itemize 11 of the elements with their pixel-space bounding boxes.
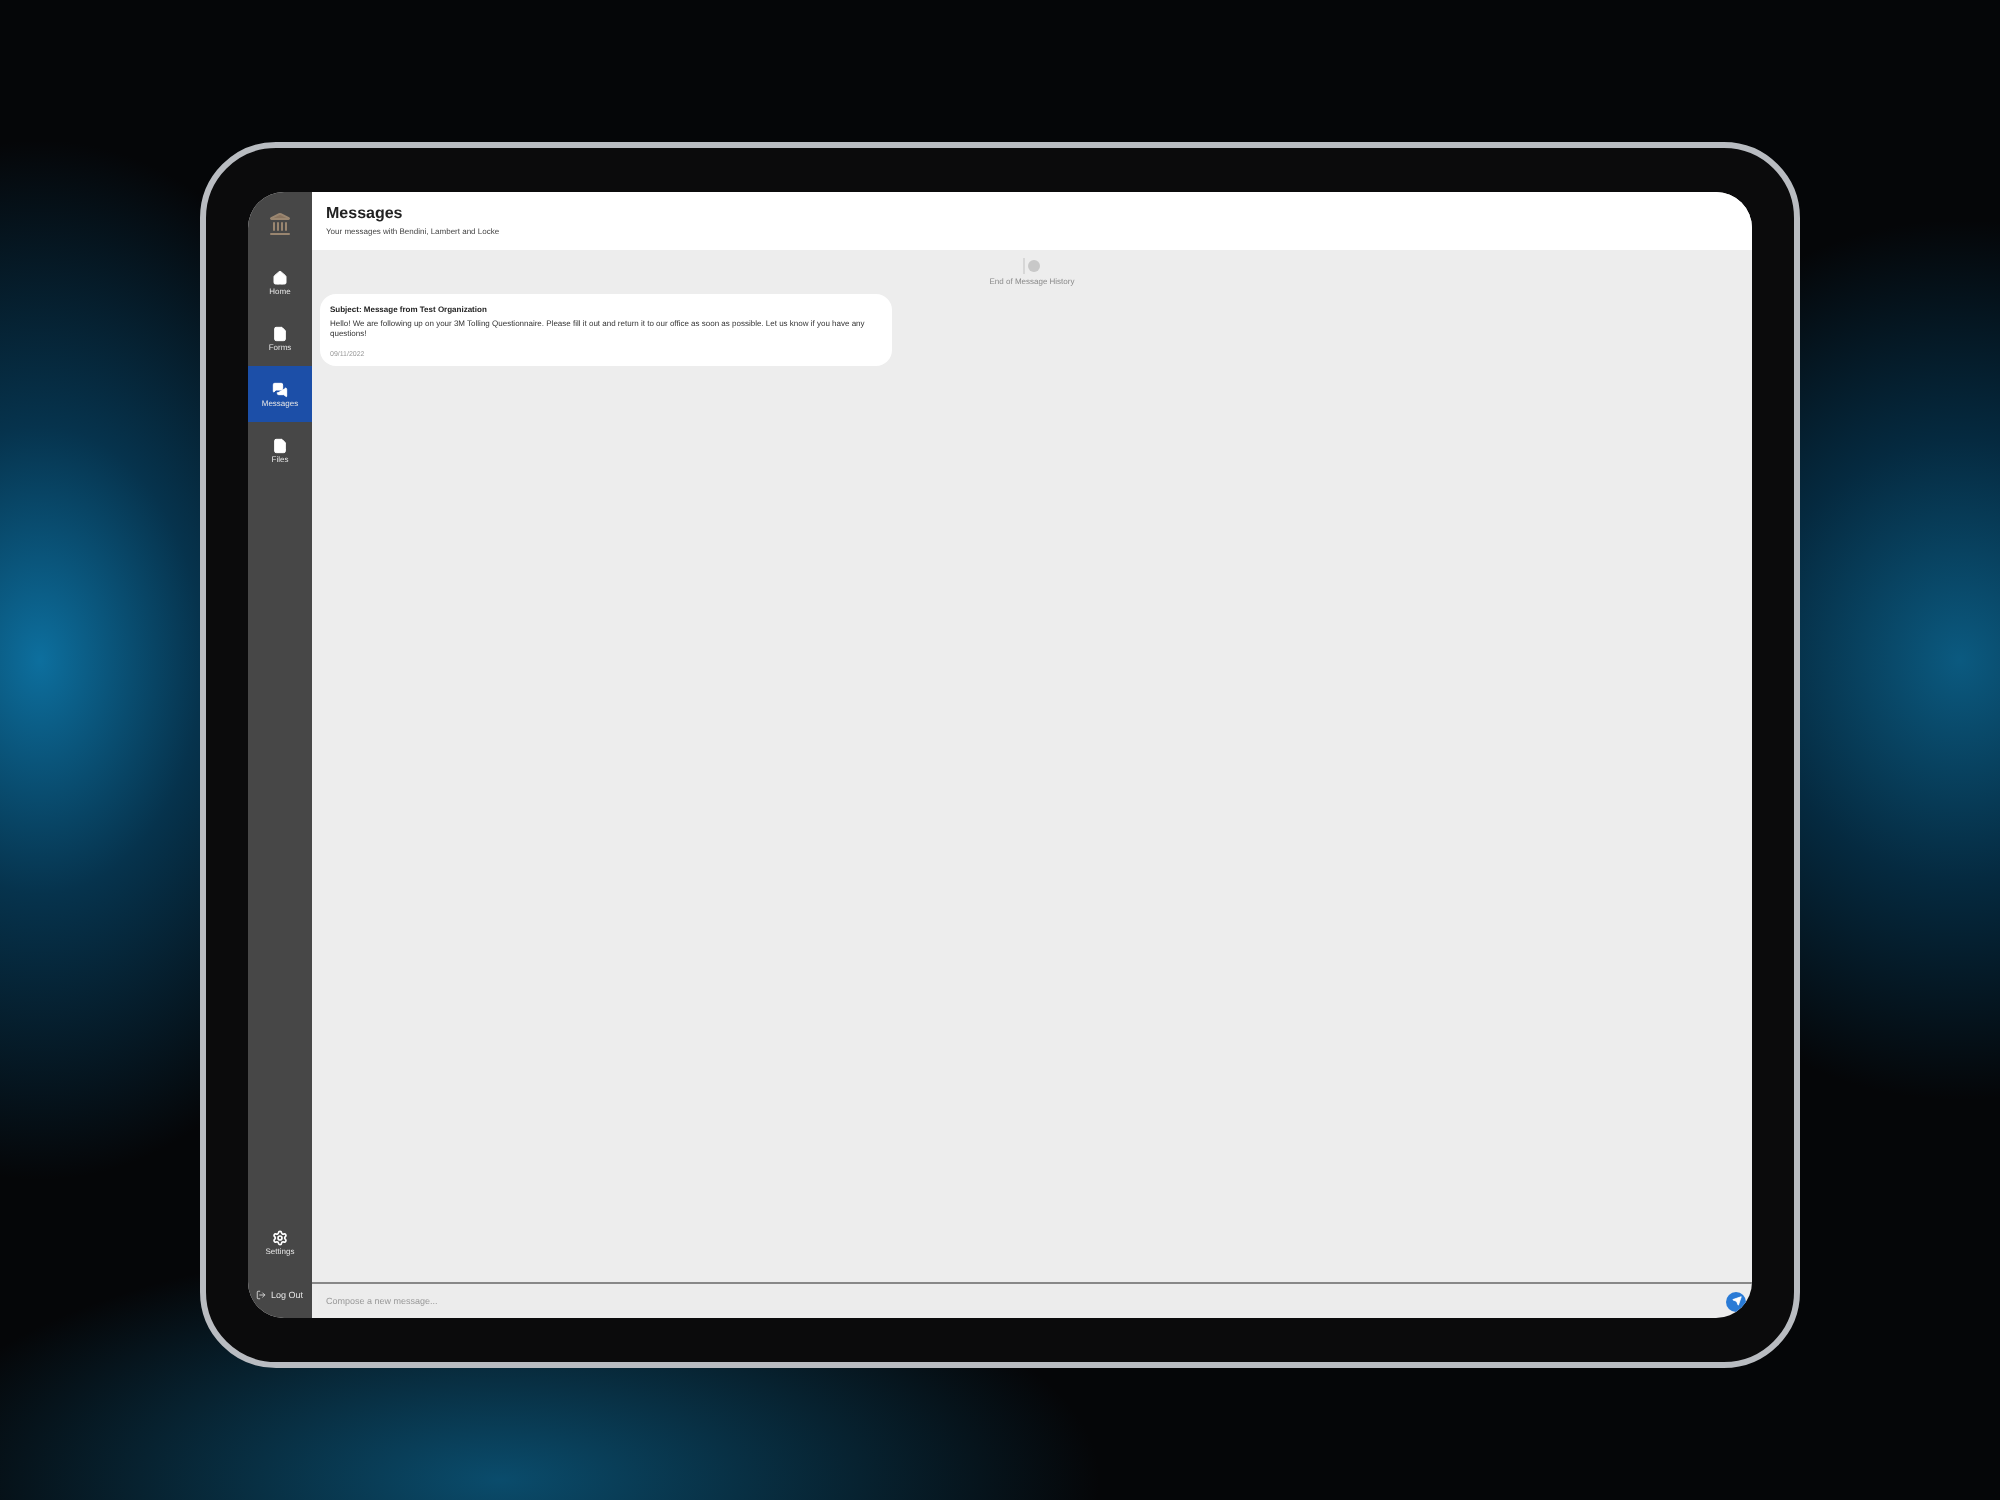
document-icon — [272, 325, 288, 341]
file-icon — [272, 437, 288, 453]
logo-icon — [268, 211, 292, 235]
send-button[interactable] — [1726, 1291, 1746, 1311]
logout-icon — [256, 1289, 267, 1299]
chat-icon — [272, 381, 288, 397]
history-icon — [1022, 258, 1042, 274]
page-title: Messages — [326, 204, 405, 222]
send-icon — [1731, 1296, 1741, 1306]
settings-icon — [272, 1229, 288, 1245]
home-icon — [272, 269, 288, 285]
